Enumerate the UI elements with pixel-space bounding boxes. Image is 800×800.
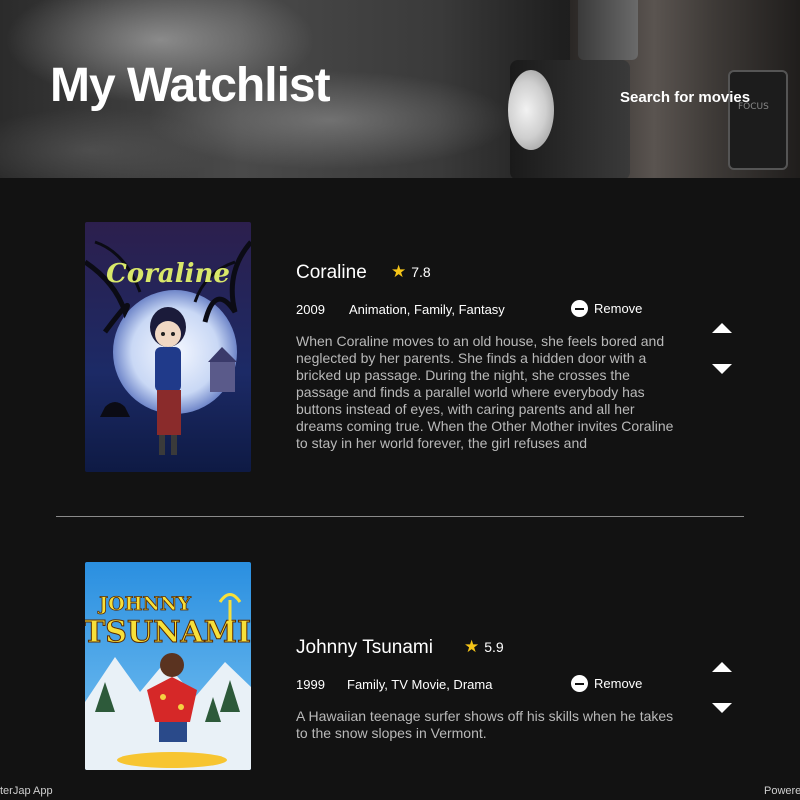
movie-poster: Coraline — [85, 222, 251, 472]
arrow-down-icon — [712, 364, 732, 374]
footer-app-name: terJap App — [0, 785, 53, 797]
header-banner: FOCUS My Watchlist Search for movies — [0, 0, 800, 178]
remove-label: Remove — [594, 301, 643, 316]
movie-genres: Animation, Family, Fantasy — [349, 302, 505, 317]
projector-top — [578, 0, 638, 60]
poster-title-line-2: TSUNAMI — [85, 615, 251, 650]
star-icon: ★ — [464, 637, 480, 656]
movie-year: 2009 — [296, 302, 325, 317]
movie-title: Coraline — [296, 262, 367, 283]
movie-overview: When Coraline moves to an old house, she… — [296, 333, 674, 451]
arrow-up-icon — [712, 662, 732, 672]
page-title: My Watchlist — [50, 59, 331, 112]
movie-overview: A Hawaiian teenage surfer shows off his … — [296, 708, 674, 741]
projector-panel: FOCUS — [728, 70, 788, 170]
movie-genres: Family, TV Movie, Drama — [347, 677, 493, 692]
poster-title-line-1: JOHNNY — [97, 593, 191, 615]
remove-label: Remove — [594, 676, 643, 691]
movie-rating: ★ 5.9 — [464, 638, 504, 655]
footer-powered-by: Powere — [764, 785, 800, 797]
projector-lens — [508, 70, 554, 150]
rating-value: 5.9 — [484, 638, 504, 655]
movie-year: 1999 — [296, 677, 325, 692]
movie-rating: ★ 7.8 — [391, 263, 431, 280]
remove-button[interactable]: Remove — [571, 675, 642, 692]
arrow-down-icon — [712, 703, 732, 713]
move-down-button[interactable] — [712, 701, 732, 715]
divider — [56, 516, 744, 517]
minus-circle-icon — [571, 675, 588, 692]
search-movies-link[interactable]: Search for movies — [620, 89, 750, 106]
move-up-button[interactable] — [712, 321, 732, 335]
arrow-up-icon — [712, 323, 732, 333]
remove-button[interactable]: Remove — [571, 300, 642, 317]
movie-title: Johnny Tsunami — [296, 637, 433, 658]
poster-title: Coraline — [106, 259, 230, 289]
star-icon: ★ — [391, 262, 407, 281]
move-up-button[interactable] — [712, 660, 732, 674]
move-down-button[interactable] — [712, 362, 732, 376]
minus-circle-icon — [571, 300, 588, 317]
rating-value: 7.8 — [411, 263, 431, 280]
movie-poster: JOHNNY TSUNAMI — [85, 562, 251, 770]
